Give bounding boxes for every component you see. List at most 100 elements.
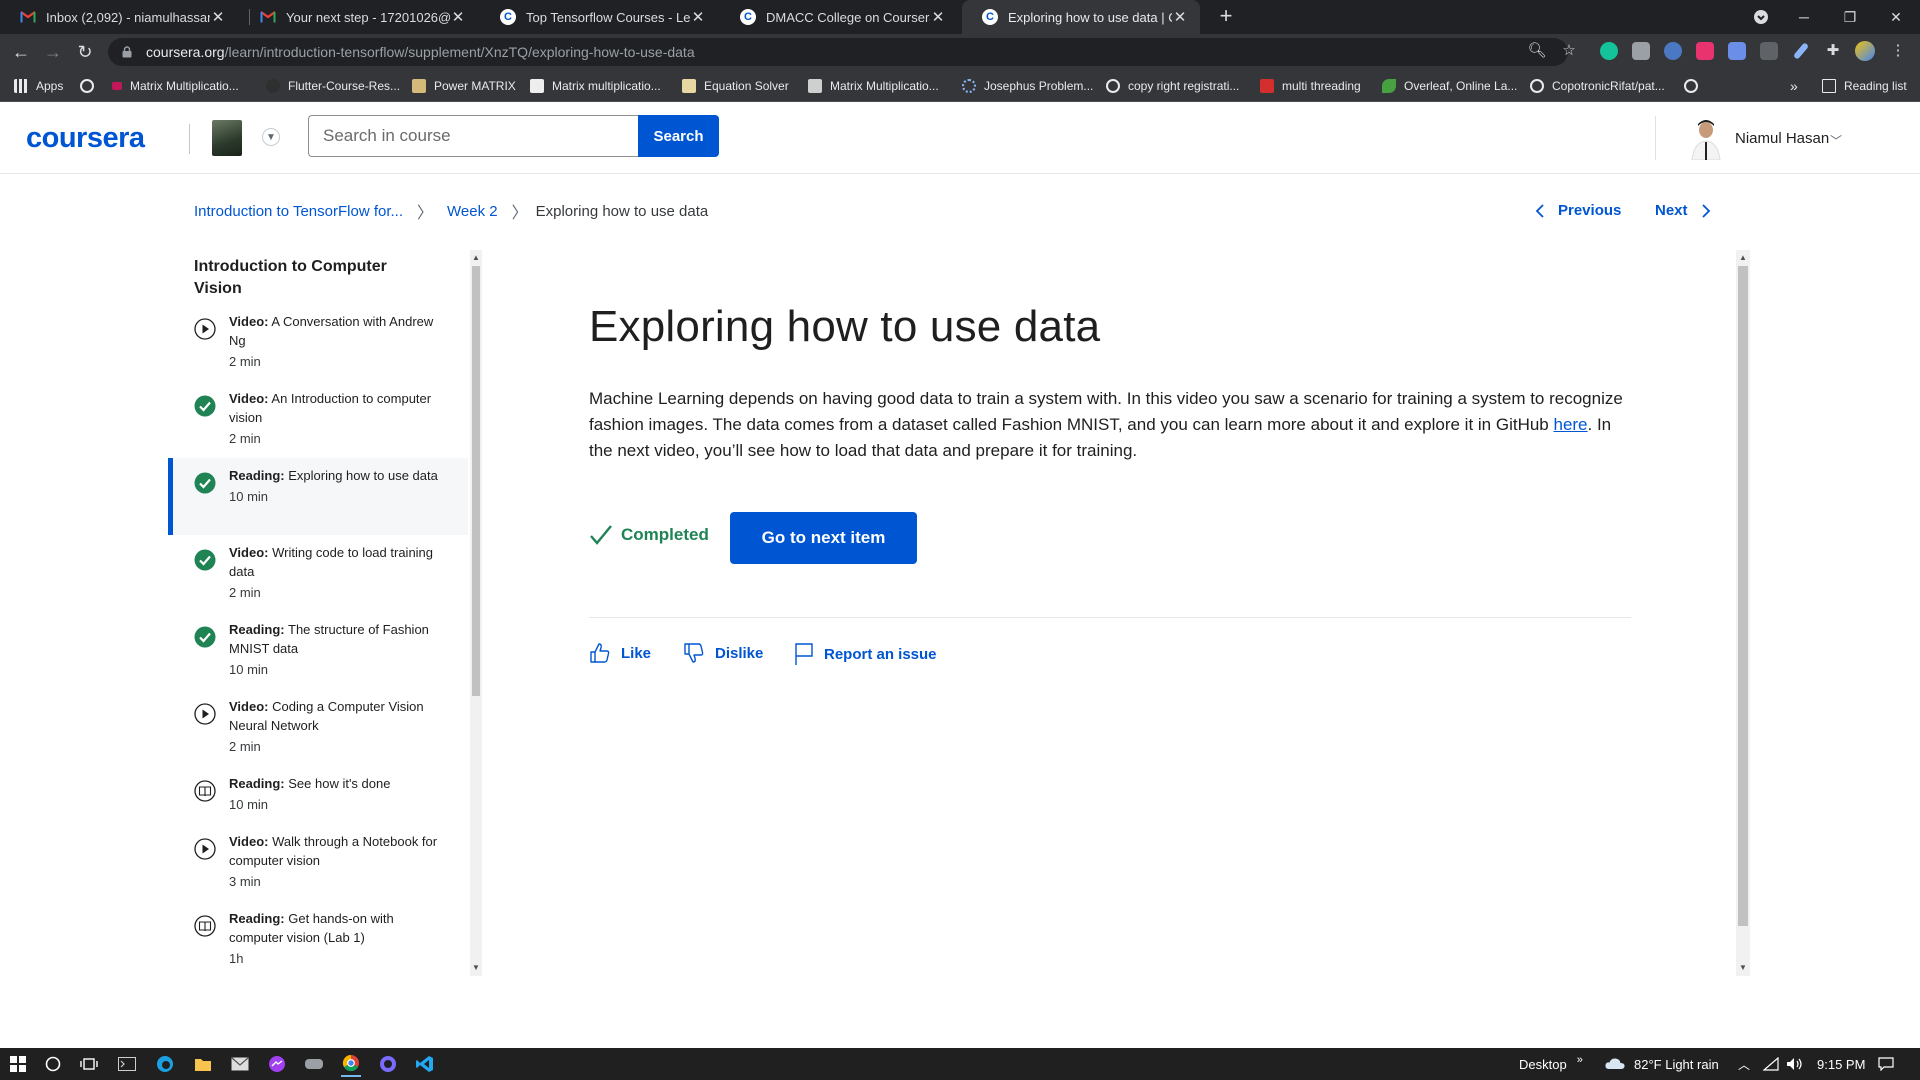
chevron-down-icon[interactable]: ﹀ xyxy=(1830,132,1842,149)
bookmark-item[interactable]: CopotronicRifat/pat... xyxy=(1530,70,1665,102)
bookmark-star-icon[interactable]: ☆ xyxy=(1559,40,1579,60)
download-extension-icon[interactable] xyxy=(1728,42,1746,60)
windows-start-icon[interactable] xyxy=(8,1054,28,1074)
sidebar-scrollbar-thumb[interactable] xyxy=(472,266,480,696)
previous-button[interactable]: Previous xyxy=(1534,202,1621,219)
reading-list-button[interactable]: Reading list xyxy=(1822,70,1907,102)
bookmark-item[interactable]: Matrix Multiplicatio... xyxy=(808,70,939,102)
terminal-icon[interactable] xyxy=(117,1054,137,1074)
clock[interactable]: 9:15 PM xyxy=(1817,1048,1865,1080)
more-bookmarks-icon[interactable]: » xyxy=(1790,70,1798,102)
grammarly-extension-icon[interactable] xyxy=(1600,42,1618,60)
file-explorer-icon[interactable] xyxy=(193,1054,213,1074)
bookmark-item[interactable]: Overleaf, Online La... xyxy=(1382,70,1517,102)
profile-menu-icon[interactable] xyxy=(1738,0,1784,34)
scroll-up-icon[interactable]: ▲ xyxy=(470,252,482,264)
profile-avatar-icon[interactable] xyxy=(1855,41,1875,61)
search-button[interactable]: Search xyxy=(638,115,719,157)
back-icon[interactable]: ← xyxy=(9,40,33,64)
bookmark-item[interactable] xyxy=(80,70,102,102)
dislike-button[interactable]: Dislike xyxy=(683,642,763,664)
sidebar-item[interactable]: Reading: Get hands-on with computer visi… xyxy=(168,909,468,975)
bookmark-item[interactable]: Power MATRIX xyxy=(412,70,516,102)
task-view-icon[interactable] xyxy=(79,1054,99,1074)
camera-extension-icon[interactable] xyxy=(1632,42,1650,60)
bookmark-item[interactable]: Josephus Problem... xyxy=(962,70,1093,102)
sidebar-item[interactable]: Reading: See how it's done 10 min xyxy=(168,774,468,832)
volume-icon[interactable] xyxy=(1786,1048,1804,1080)
minimize-icon[interactable]: ─ xyxy=(1781,0,1827,34)
close-tab-icon[interactable]: ✕ xyxy=(690,8,706,26)
chrome-icon[interactable] xyxy=(341,1051,361,1077)
app-icon[interactable] xyxy=(378,1054,398,1074)
close-window-icon[interactable]: ✕ xyxy=(1873,0,1919,34)
address-bar[interactable]: coursera.org/learn/introduction-tensorfl… xyxy=(108,38,1568,66)
coursera-logo[interactable]: coursera xyxy=(26,122,145,155)
network-icon[interactable] xyxy=(1763,1048,1779,1080)
like-button[interactable]: Like xyxy=(589,642,651,664)
restore-icon[interactable]: ❐ xyxy=(1827,0,1873,34)
close-tab-icon[interactable]: ✕ xyxy=(450,8,466,26)
zoom-icon[interactable]: 🔍︎ xyxy=(1527,40,1547,60)
weather-text: 82°F Light rain xyxy=(1634,1056,1719,1072)
breadcrumb-course-link[interactable]: Introduction to TensorFlow for... xyxy=(194,203,403,220)
go-to-next-item-button[interactable]: Go to next item xyxy=(730,512,917,564)
sidebar-item[interactable]: Video: Writing code to load training dat… xyxy=(168,543,468,620)
more-menu-icon[interactable]: ⋮ xyxy=(1888,40,1908,60)
browser-tab[interactable]: Your next step - 17201026@uap- ✕ xyxy=(240,0,478,34)
bookmark-item[interactable]: Flutter-Course-Res... xyxy=(266,70,400,102)
search-input[interactable] xyxy=(308,115,638,157)
desktop-toolbar[interactable]: Desktop » xyxy=(1519,1048,1583,1080)
sidebar-item[interactable]: Video: Coding a Computer Vision Neural N… xyxy=(168,697,468,774)
close-tab-icon[interactable]: ✕ xyxy=(1172,8,1188,26)
bookmark-item[interactable]: multi threading xyxy=(1260,70,1361,102)
reload-icon[interactable]: ↻ xyxy=(73,40,97,64)
github-here-link[interactable]: here xyxy=(1553,415,1587,434)
breadcrumb-week-link[interactable]: Week 2 xyxy=(447,203,498,220)
scroll-up-icon[interactable]: ▲ xyxy=(1737,252,1749,264)
sidebar-item[interactable]: Reading: The structure of Fashion MNIST … xyxy=(168,620,468,697)
scroll-down-icon[interactable]: ▼ xyxy=(470,962,482,974)
bookmark-apps[interactable]: Apps xyxy=(14,70,63,102)
show-hidden-icons[interactable]: ︿ xyxy=(1738,1048,1750,1080)
mail-icon[interactable] xyxy=(230,1054,250,1074)
vscode-icon[interactable] xyxy=(415,1054,435,1074)
close-tab-icon[interactable]: ✕ xyxy=(930,8,946,26)
bookmark-item[interactable]: copy right registrati... xyxy=(1106,70,1239,102)
main-scrollbar-thumb[interactable] xyxy=(1738,266,1748,926)
sidebar-item[interactable]: Video: A Conversation with Andrew Ng 2 mi… xyxy=(168,312,468,389)
notifications-icon[interactable] xyxy=(1878,1048,1894,1080)
forward-icon[interactable]: → xyxy=(41,40,65,64)
sidebar-item[interactable]: Video: Walk through a Notebook for compu… xyxy=(168,832,468,909)
edge-browser-icon[interactable] xyxy=(155,1054,175,1074)
close-tab-icon[interactable]: ✕ xyxy=(210,8,226,26)
browser-tab[interactable]: C Top Tensorflow Courses - Learn T ✕ xyxy=(480,0,718,34)
extensions-puzzle-icon[interactable]: ✚ xyxy=(1823,40,1843,60)
next-button[interactable]: Next xyxy=(1655,202,1712,219)
scroll-down-icon[interactable]: ▼ xyxy=(1737,962,1749,974)
game-app-icon[interactable] xyxy=(304,1054,324,1074)
new-tab-button[interactable]: + xyxy=(1214,4,1238,28)
sidebar-item-text: Video: A Conversation with Andrew Ng 2 mi… xyxy=(229,312,449,371)
browser-tab-active[interactable]: C Exploring how to use data | Cour ✕ xyxy=(962,0,1200,34)
sidebar-item[interactable]: Reading: Exploring how to use data 10 min xyxy=(168,458,468,535)
bookmark-item[interactable] xyxy=(1684,70,1706,102)
avatar[interactable] xyxy=(1686,116,1726,160)
search-icon[interactable] xyxy=(43,1054,63,1074)
bookmark-item[interactable]: Matrix Multiplicatio... xyxy=(112,70,239,102)
extension-icon[interactable] xyxy=(1696,42,1714,60)
pen-extension-icon[interactable] xyxy=(1792,42,1810,60)
browser-tab[interactable]: Inbox (2,092) - niamulhassan64@ ✕ xyxy=(0,0,238,34)
bookmark-item[interactable]: Equation Solver xyxy=(682,70,789,102)
report-issue-button[interactable]: Report an issue xyxy=(794,642,937,666)
user-name[interactable]: Niamul Hasan xyxy=(1735,130,1829,147)
course-logo-image[interactable] xyxy=(212,120,242,156)
chevron-down-icon[interactable]: ▼ xyxy=(262,128,280,146)
weather-widget[interactable]: 82°F Light rain xyxy=(1604,1048,1719,1080)
extension-icon[interactable] xyxy=(1664,42,1682,60)
extension-icon[interactable] xyxy=(1760,42,1778,60)
bookmark-item[interactable]: Matrix multiplicatio... xyxy=(530,70,661,102)
messenger-icon[interactable] xyxy=(267,1054,287,1074)
sidebar-item[interactable]: Video: An Introduction to computer visio… xyxy=(168,389,468,466)
browser-tab[interactable]: C DMACC College on Coursera | Co ✕ xyxy=(720,0,958,34)
